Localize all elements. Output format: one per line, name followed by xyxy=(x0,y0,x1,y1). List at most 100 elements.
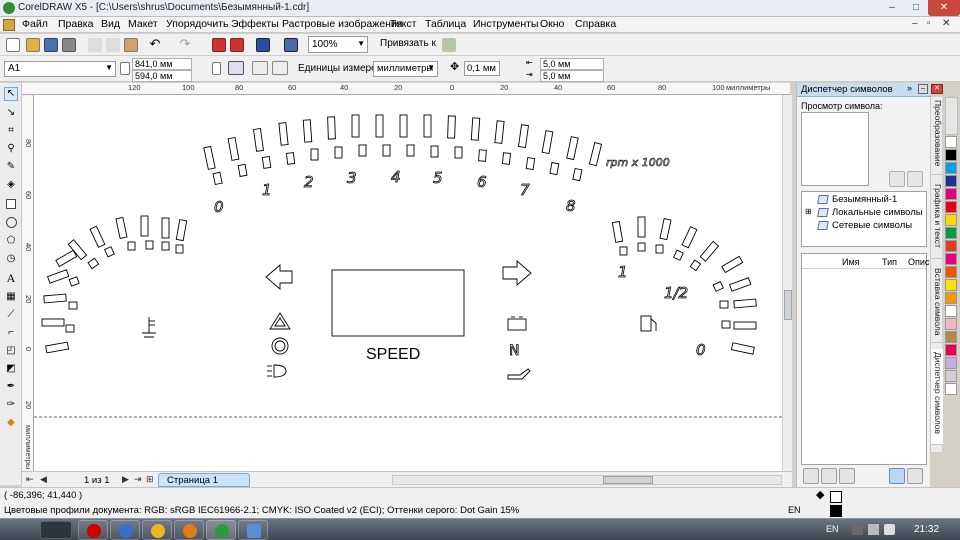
outline-tool-icon[interactable]: ✑ xyxy=(4,399,18,413)
clock[interactable]: 21:32 xyxy=(914,524,939,535)
color-swatch[interactable] xyxy=(945,214,957,226)
taskbar-app-button[interactable] xyxy=(238,520,268,540)
color-swatch[interactable] xyxy=(945,149,957,161)
first-page-icon[interactable]: ⇤ xyxy=(26,474,34,485)
palette-header[interactable] xyxy=(945,97,958,135)
welcome-screen-icon[interactable] xyxy=(284,38,298,52)
zoom-tool-icon[interactable]: ⚲ xyxy=(4,143,18,157)
add-page-icon[interactable]: ⊞ xyxy=(146,474,154,485)
application-launcher-icon[interactable] xyxy=(256,38,270,52)
color-swatch[interactable] xyxy=(945,227,957,239)
doc-restore-button[interactable]: ▫ xyxy=(927,18,931,29)
connector-tool-icon[interactable]: ⌐ xyxy=(4,327,18,341)
horizontal-scroll-thumb[interactable] xyxy=(603,476,653,484)
all-pages-icon[interactable] xyxy=(252,61,268,75)
color-swatch[interactable] xyxy=(945,175,957,187)
last-page-icon[interactable]: ⇥ xyxy=(134,474,142,485)
menu-effects[interactable]: Эффекты xyxy=(231,18,279,30)
duplicate-x-field[interactable]: 5,0 мм xyxy=(540,58,604,70)
export-symbol-button[interactable] xyxy=(889,171,905,187)
current-page-icon[interactable] xyxy=(272,61,288,75)
outline-color-indicator[interactable] xyxy=(830,505,842,517)
options-icon[interactable] xyxy=(442,38,456,52)
pick-tool-icon[interactable]: ↖ xyxy=(4,87,18,101)
shape-tool-icon[interactable]: ↘ xyxy=(4,107,18,121)
maximize-button[interactable]: □ xyxy=(904,0,928,16)
text-tool-icon[interactable]: A xyxy=(4,271,18,285)
color-swatch[interactable] xyxy=(945,240,957,252)
color-swatch[interactable] xyxy=(945,370,957,382)
paper-size-select[interactable]: A1 ▼ xyxy=(4,61,116,77)
nudge-distance-field[interactable]: 0,1 мм xyxy=(464,61,500,76)
taskbar-app-button[interactable] xyxy=(78,520,108,540)
zoom-level-select[interactable]: 100% ▼ xyxy=(308,36,368,53)
scale-symbol-button[interactable] xyxy=(889,468,905,484)
units-select[interactable]: миллиметры ▼ xyxy=(373,61,438,77)
rectangle-tool-icon[interactable] xyxy=(6,199,16,209)
document-icon[interactable] xyxy=(3,19,15,31)
redo-icon[interactable]: ↷ xyxy=(178,37,192,52)
new-document-icon[interactable] xyxy=(6,38,20,52)
import-icon[interactable] xyxy=(212,38,226,52)
drawing-canvas[interactable]: 0 1 2 3 4 5 6 7 8 1 1/2 0 rpm x 1000 SPE… xyxy=(34,95,782,471)
taskbar-app-button[interactable] xyxy=(206,520,236,540)
page-height-field[interactable]: 594,0 мм xyxy=(132,70,192,82)
color-swatch[interactable] xyxy=(945,136,957,148)
tree-item-network[interactable]: Сетевые символы xyxy=(832,220,912,231)
menu-table[interactable]: Таблица xyxy=(425,18,466,30)
fit-symbol-button[interactable] xyxy=(907,468,923,484)
docker-close-button[interactable]: ✕ xyxy=(931,84,943,94)
duplicate-symbol-button[interactable] xyxy=(821,468,837,484)
blend-tool-icon[interactable]: ◰ xyxy=(4,345,18,359)
crop-tool-icon[interactable]: ⌗ xyxy=(4,125,18,139)
column-header-name[interactable]: Имя xyxy=(842,257,860,267)
color-swatch[interactable] xyxy=(945,357,957,369)
column-header-description[interactable]: Опис xyxy=(908,257,929,267)
portrait-icon[interactable] xyxy=(212,62,221,75)
keyboard-language[interactable]: EN xyxy=(826,524,839,534)
vertical-ruler[interactable]: 80 60 40 20 0 20 миллиметры xyxy=(22,95,34,471)
doc-minimize-button[interactable]: – xyxy=(912,18,918,29)
color-swatch[interactable] xyxy=(945,201,957,213)
start-button[interactable] xyxy=(40,521,72,539)
doc-close-button[interactable]: ✕ xyxy=(942,18,950,29)
vertical-scrollbar[interactable] xyxy=(782,95,792,471)
prev-page-icon[interactable]: ◀ xyxy=(40,474,47,485)
tray-icon[interactable] xyxy=(852,524,863,535)
basic-shapes-icon[interactable]: ◷ xyxy=(4,253,18,267)
color-swatch[interactable] xyxy=(945,292,957,304)
horizontal-ruler[interactable]: 120 100 80 60 40 20 0 20 40 60 80 100 ми… xyxy=(22,83,790,95)
save-icon[interactable] xyxy=(44,38,58,52)
color-swatch[interactable] xyxy=(945,188,957,200)
tree-item-local[interactable]: Локальные символы xyxy=(832,207,923,218)
dimension-tool-icon[interactable]: ⟋ xyxy=(4,309,18,323)
transparency-tool-icon[interactable]: ◩ xyxy=(4,363,18,377)
menu-edit[interactable]: Правка xyxy=(58,18,93,30)
tab-symbol-manager[interactable]: Диспетчер символов xyxy=(931,349,943,445)
menu-help[interactable]: Справка xyxy=(575,18,616,30)
freehand-tool-icon[interactable]: ✎ xyxy=(4,161,18,175)
menu-bitmaps[interactable]: Растровые изображения xyxy=(282,18,402,30)
print-icon[interactable] xyxy=(62,38,76,52)
delete-symbol-button[interactable] xyxy=(803,468,819,484)
polygon-tool-icon[interactable]: ⬠ xyxy=(4,235,18,249)
fill-icon[interactable]: ◆ xyxy=(816,490,828,502)
tab-graphics-text[interactable]: Графика и текст xyxy=(931,181,943,259)
taskbar-app-button[interactable] xyxy=(110,520,140,540)
color-swatch[interactable] xyxy=(945,162,957,174)
color-swatch[interactable] xyxy=(945,383,957,395)
column-header-type[interactable]: Тип xyxy=(882,257,897,267)
next-page-icon[interactable]: ▶ xyxy=(122,474,129,485)
page-tab[interactable]: Страница 1 xyxy=(158,473,250,487)
horizontal-scrollbar[interactable] xyxy=(392,475,782,485)
table-tool-icon[interactable]: ▦ xyxy=(4,291,18,305)
docker-minimize-button[interactable]: – xyxy=(918,84,928,94)
menu-window[interactable]: Окно xyxy=(540,18,564,30)
tree-item-document[interactable]: Безымянный-1 xyxy=(832,194,897,205)
color-swatch[interactable] xyxy=(945,344,957,356)
eyedropper-tool-icon[interactable]: ✒ xyxy=(4,381,18,395)
ellipse-tool-icon[interactable] xyxy=(6,217,17,228)
cut-icon[interactable] xyxy=(88,38,102,52)
menu-text[interactable]: Текст xyxy=(390,18,416,30)
color-swatch[interactable] xyxy=(945,318,957,330)
